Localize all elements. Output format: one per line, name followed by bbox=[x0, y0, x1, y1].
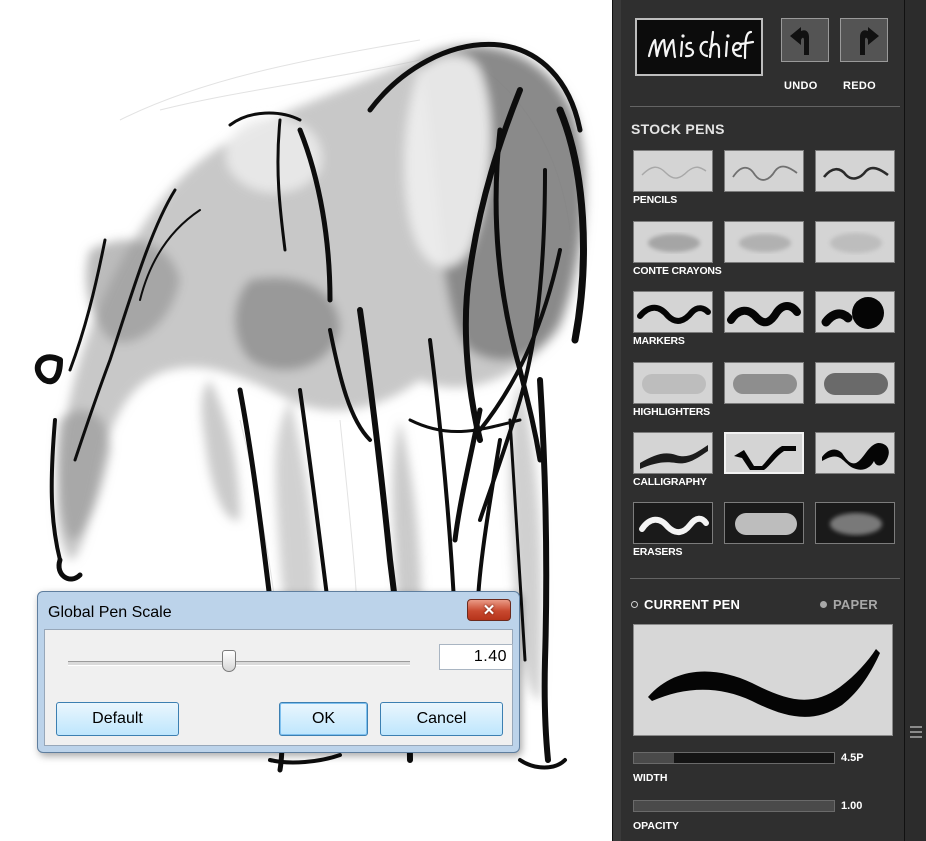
eraser-pen-2[interactable] bbox=[724, 502, 804, 544]
pen-group-pencils: PENCILS bbox=[633, 150, 895, 206]
tab-paper-label: PAPER bbox=[833, 597, 878, 612]
marker-pen-2[interactable] bbox=[724, 291, 804, 333]
pen-group-highlighters: HIGHLIGHTERS bbox=[633, 362, 895, 418]
group-label-conte-crayons: CONTE CRAYONS bbox=[633, 265, 722, 277]
close-button[interactable]: ✕ bbox=[467, 599, 511, 621]
pencil-pen-2[interactable] bbox=[724, 150, 804, 192]
mischief-logo bbox=[647, 30, 755, 60]
opacity-slider-fill bbox=[634, 801, 834, 811]
undo-button[interactable] bbox=[781, 18, 829, 62]
panel-scrollbar[interactable] bbox=[904, 0, 926, 841]
opacity-value: 1.00 bbox=[841, 800, 863, 812]
panel-separator bbox=[630, 578, 900, 579]
pen-panel: UNDO REDO STOCK PENS PENCILS CONTE CRAYO… bbox=[621, 0, 904, 841]
pen-group-calligraphy: CALLIGRAPHY bbox=[633, 432, 895, 488]
stock-pens-title: STOCK PENS bbox=[631, 121, 725, 137]
width-value: 4.5P bbox=[841, 752, 864, 764]
radio-empty-icon bbox=[631, 601, 638, 608]
global-pen-scale-dialog: Global Pen Scale ✕ 1.40 Default OK Cance… bbox=[37, 591, 520, 753]
width-slider[interactable] bbox=[633, 752, 835, 764]
tab-current-pen[interactable]: CURRENT PEN bbox=[631, 597, 740, 612]
pen-group-markers: MARKERS bbox=[633, 291, 895, 347]
scale-value-field[interactable]: 1.40 bbox=[439, 644, 513, 670]
marker-pen-1[interactable] bbox=[633, 291, 713, 333]
marker-pen-3[interactable] bbox=[815, 291, 895, 333]
width-label: WIDTH bbox=[633, 772, 668, 784]
close-icon: ✕ bbox=[482, 602, 496, 619]
scale-slider-thumb[interactable] bbox=[222, 650, 236, 672]
pencil-pen-3[interactable] bbox=[815, 150, 895, 192]
calligraphy-pen-3[interactable] bbox=[815, 432, 895, 474]
undo-label: UNDO bbox=[784, 80, 818, 92]
highlighter-pen-1[interactable] bbox=[633, 362, 713, 404]
panel-separator bbox=[630, 106, 900, 107]
redo-label: REDO bbox=[843, 80, 876, 92]
group-label-markers: MARKERS bbox=[633, 335, 685, 347]
pencil-pen-1[interactable] bbox=[633, 150, 713, 192]
redo-button[interactable] bbox=[840, 18, 888, 62]
calligraphy-pen-1[interactable] bbox=[633, 432, 713, 474]
scale-slider-track[interactable] bbox=[68, 661, 410, 666]
width-slider-fill bbox=[634, 753, 674, 763]
pen-group-erasers: ERASERS bbox=[633, 502, 895, 558]
scrollbar-grip-icon[interactable] bbox=[910, 726, 922, 740]
pen-group-conte-crayons: CONTE CRAYONS bbox=[633, 221, 895, 277]
redo-arrow-icon bbox=[860, 27, 879, 55]
group-label-calligraphy: CALLIGRAPHY bbox=[633, 476, 707, 488]
calligraphy-pen-2-selected[interactable] bbox=[724, 432, 804, 474]
current-pen-preview bbox=[633, 624, 893, 736]
highlighter-pen-3[interactable] bbox=[815, 362, 895, 404]
opacity-label: OPACITY bbox=[633, 820, 679, 832]
default-button[interactable]: Default bbox=[56, 702, 179, 736]
conte-crayon-pen-1[interactable] bbox=[633, 221, 713, 263]
tab-paper[interactable]: PAPER bbox=[820, 597, 878, 612]
radio-dot-icon bbox=[820, 601, 827, 608]
conte-crayon-pen-3[interactable] bbox=[815, 221, 895, 263]
cancel-button[interactable]: Cancel bbox=[380, 702, 503, 736]
group-label-pencils: PENCILS bbox=[633, 194, 678, 206]
current-pen-stroke bbox=[648, 649, 880, 717]
dialog-title: Global Pen Scale bbox=[48, 604, 172, 621]
app-logo bbox=[635, 18, 763, 76]
group-label-erasers: ERASERS bbox=[633, 546, 683, 558]
dialog-body: 1.40 Default OK Cancel bbox=[44, 629, 513, 746]
conte-crayon-pen-2[interactable] bbox=[724, 221, 804, 263]
opacity-slider[interactable] bbox=[633, 800, 835, 812]
undo-arrow-icon bbox=[790, 27, 809, 55]
highlighter-pen-2[interactable] bbox=[724, 362, 804, 404]
eraser-pen-1[interactable] bbox=[633, 502, 713, 544]
eraser-pen-3[interactable] bbox=[815, 502, 895, 544]
ok-button[interactable]: OK bbox=[279, 702, 368, 736]
tab-current-pen-label: CURRENT PEN bbox=[644, 597, 741, 612]
group-label-highlighters: HIGHLIGHTERS bbox=[633, 406, 710, 418]
